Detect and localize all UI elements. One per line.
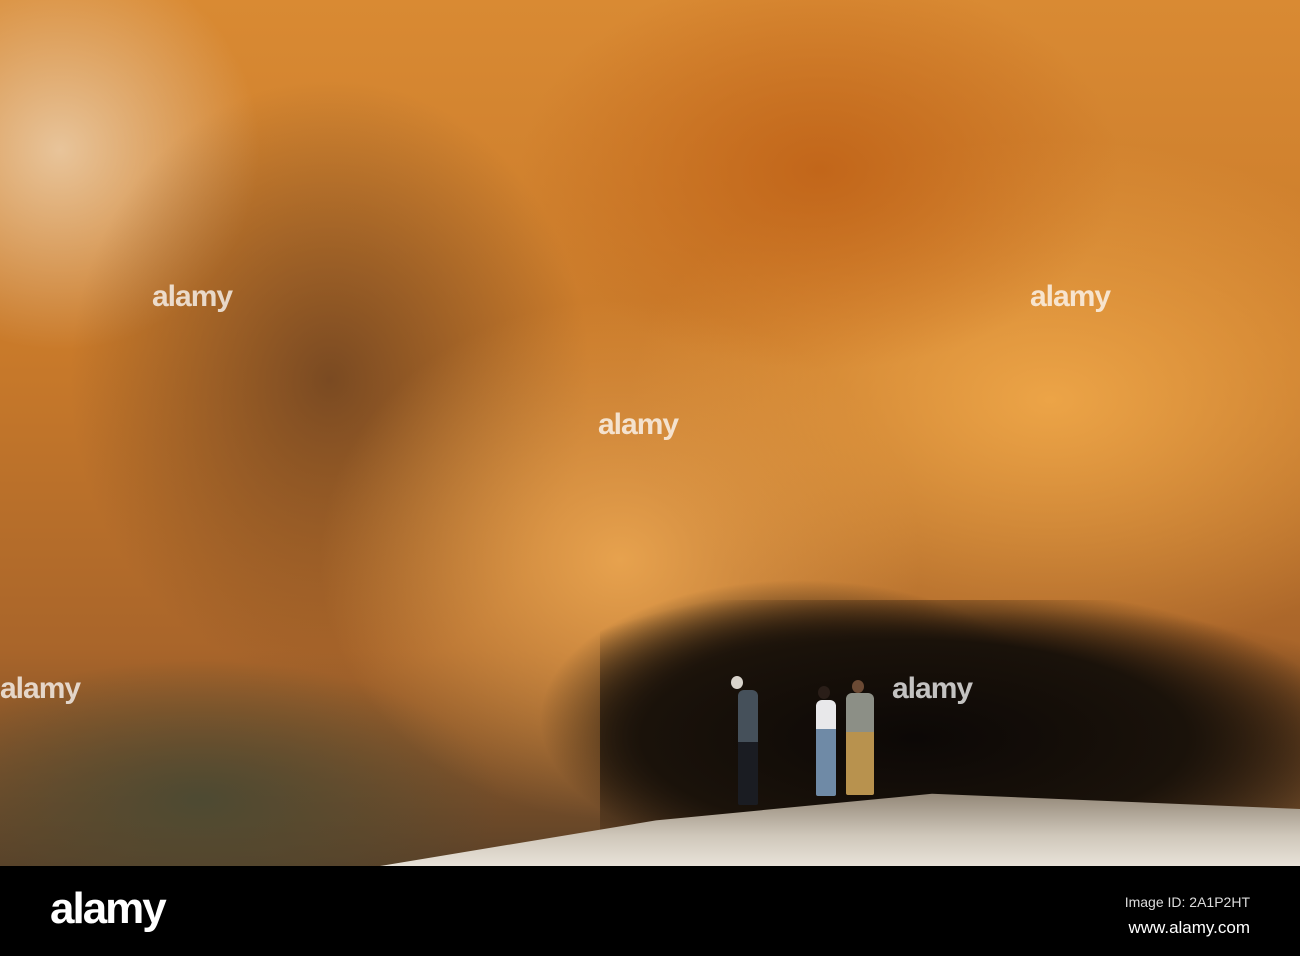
footer-bar: alamy Image ID: 2A1P2HT www.alamy.com [0, 866, 1300, 956]
image-id: Image ID: 2A1P2HT [1124, 894, 1250, 910]
watermark: alamy [892, 672, 973, 705]
watermark: alamy [152, 280, 233, 313]
stock-photo: alamy alamy alamy alamy alamy alamy Imag… [0, 0, 1300, 956]
alamy-logo: alamy [50, 884, 167, 933]
site-url: www.alamy.com [1128, 918, 1250, 937]
watermark: alamy [1030, 280, 1111, 313]
watermark: alamy [0, 672, 81, 705]
watermark: alamy [598, 408, 679, 441]
sandstone-cave-photo: alamy alamy alamy alamy alamy [0, 0, 1300, 866]
